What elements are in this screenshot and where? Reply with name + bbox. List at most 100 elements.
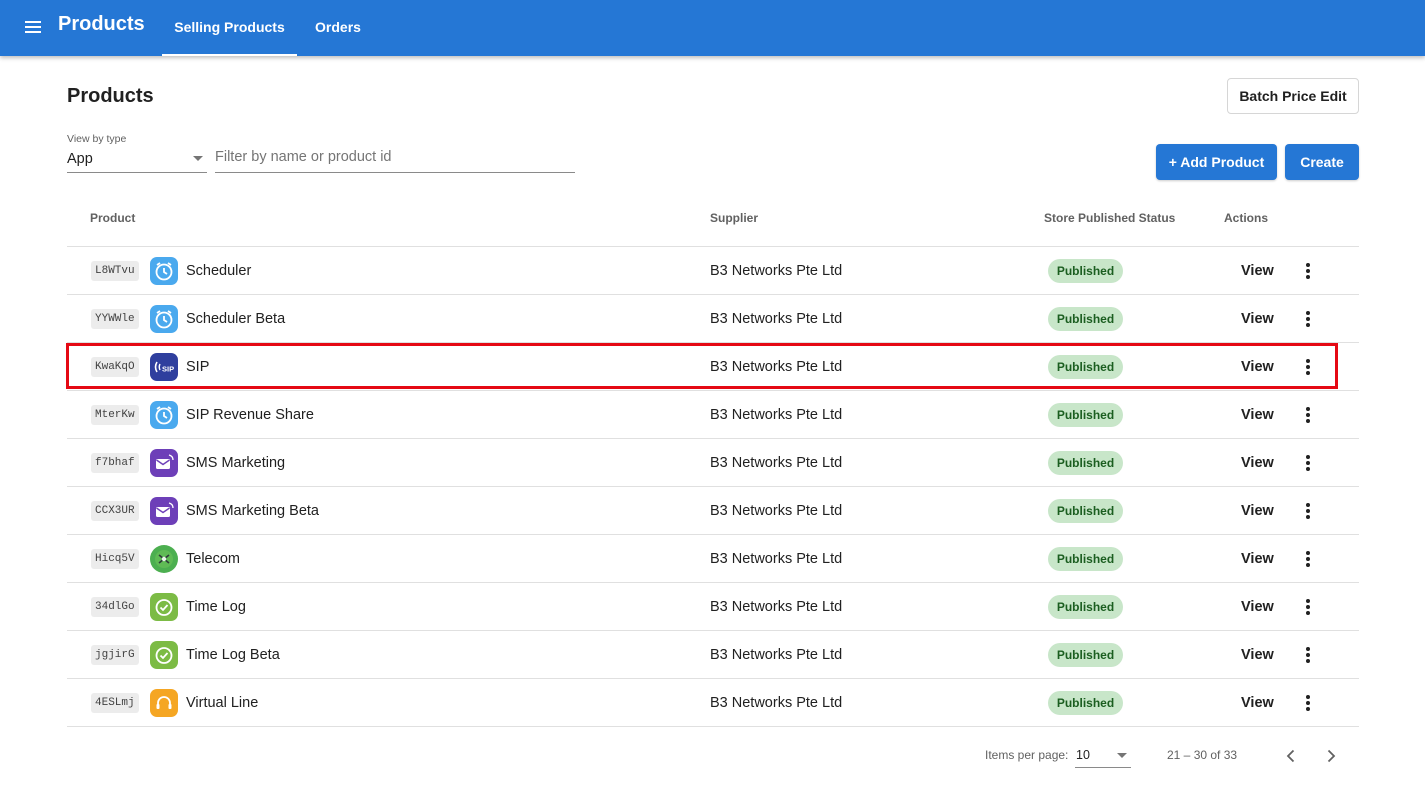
- product-id-chip: 34dlGo: [91, 597, 139, 617]
- product-name: SMS Marketing Beta: [186, 503, 319, 519]
- more-options-icon[interactable]: [1298, 357, 1318, 377]
- view-button[interactable]: View: [1241, 695, 1274, 711]
- items-per-page-select[interactable]: 10: [1075, 742, 1131, 768]
- view-button[interactable]: View: [1241, 551, 1274, 567]
- status-badge: Published: [1048, 355, 1123, 379]
- table-row: CCX3UR SMS Marketing Beta B3 Networks Pte …: [67, 487, 1359, 535]
- status-badge: Published: [1048, 403, 1123, 427]
- sip-phone-icon: SIP: [150, 353, 178, 381]
- status-badge: Published: [1048, 499, 1123, 523]
- dropdown-arrow-icon: [1117, 753, 1127, 758]
- hamburger-menu-icon[interactable]: [22, 16, 46, 40]
- product-id-chip: jgjirG: [91, 645, 139, 665]
- status-badge: Published: [1048, 643, 1123, 667]
- sms-envelope-icon: [150, 449, 178, 477]
- view-button[interactable]: View: [1241, 455, 1274, 471]
- view-button[interactable]: View: [1241, 647, 1274, 663]
- table-row: KwaKqO SIP SIP B3 Networks Pte Ltd Published…: [67, 343, 1359, 391]
- more-options-icon[interactable]: [1298, 645, 1318, 665]
- product-id-chip: f7bhaf: [91, 453, 139, 473]
- view-button[interactable]: View: [1241, 599, 1274, 615]
- scheduler-clock-icon: [150, 401, 178, 429]
- add-product-button[interactable]: + Add Product: [1156, 144, 1277, 180]
- supplier-name: B3 Networks Pte Ltd: [710, 647, 843, 663]
- product-id-chip: CCX3UR: [91, 501, 139, 521]
- table-row: 34dlGo Time Log B3 Networks Pte Ltd Publish…: [67, 583, 1359, 631]
- next-page-button[interactable]: [1318, 743, 1344, 769]
- more-options-icon[interactable]: [1298, 261, 1318, 281]
- pagination-range: 21 – 30 of 33: [1167, 748, 1238, 762]
- batch-price-edit-button[interactable]: Batch Price Edit: [1227, 78, 1359, 114]
- telecom-globe-icon: [150, 545, 178, 573]
- product-id-chip: 4ESLmj: [91, 693, 139, 713]
- product-id-chip: L8WTvu: [91, 261, 139, 281]
- supplier-name: B3 Networks Pte Ltd: [710, 455, 843, 471]
- product-name: Virtual Line: [186, 695, 259, 711]
- supplier-name: B3 Networks Pte Ltd: [710, 359, 843, 375]
- status-badge: Published: [1048, 595, 1123, 619]
- column-header-status: Store Published Status: [1044, 211, 1176, 225]
- create-button[interactable]: Create: [1285, 144, 1359, 180]
- timelog-clock-icon: [150, 641, 178, 669]
- view-by-type-value: App: [67, 151, 93, 167]
- timelog-clock-icon: [150, 593, 178, 621]
- more-options-icon[interactable]: [1298, 309, 1318, 329]
- view-button[interactable]: View: [1241, 263, 1274, 279]
- chevron-right-icon: [1327, 749, 1336, 763]
- svg-text:SIP: SIP: [162, 365, 174, 374]
- column-header-product: Product: [90, 211, 136, 225]
- view-button[interactable]: View: [1241, 503, 1274, 519]
- view-button[interactable]: View: [1241, 407, 1274, 423]
- more-options-icon[interactable]: [1298, 693, 1318, 713]
- view-by-type-select[interactable]: View by type App: [67, 133, 207, 173]
- previous-page-button[interactable]: [1278, 743, 1304, 769]
- status-badge: Published: [1048, 307, 1123, 331]
- filter-search-input[interactable]: [215, 146, 575, 173]
- column-header-actions: Actions: [1224, 211, 1269, 225]
- product-name: SIP: [186, 359, 210, 375]
- table-row: L8WTvu Scheduler B3 Networks Pte Ltd Publis…: [67, 247, 1359, 295]
- product-name: Time Log: [186, 599, 246, 615]
- more-options-icon[interactable]: [1298, 453, 1318, 473]
- supplier-name: B3 Networks Pte Ltd: [710, 263, 843, 279]
- page-title: Products: [67, 85, 154, 107]
- product-id-chip: MterKw: [91, 405, 139, 425]
- more-options-icon[interactable]: [1298, 597, 1318, 617]
- more-options-icon[interactable]: [1298, 549, 1318, 569]
- table-row: f7bhaf SMS Marketing B3 Networks Pte Ltd Pu…: [67, 439, 1359, 487]
- table-row: MterKw SIP Revenue Share B3 Networks Pte L…: [67, 391, 1359, 439]
- tab-orders[interactable]: Orders: [302, 0, 374, 56]
- status-badge: Published: [1048, 259, 1123, 283]
- column-header-supplier: Supplier: [710, 211, 759, 225]
- product-id-chip: Hicq5V: [91, 549, 139, 569]
- product-id-chip: KwaKqO: [91, 357, 139, 377]
- supplier-name: B3 Networks Pte Ltd: [710, 311, 843, 327]
- status-badge: Published: [1048, 547, 1123, 571]
- dropdown-arrow-icon: [193, 156, 203, 161]
- chevron-left-icon: [1286, 749, 1295, 763]
- items-per-page-label: Items per page:: [985, 748, 1069, 762]
- product-name: SIP Revenue Share: [186, 407, 314, 423]
- items-per-page-value: 10: [1076, 748, 1090, 762]
- table-row: 4ESLmj Virtual Line B3 Networks Pte Ltd Pub…: [67, 679, 1359, 727]
- table-row: Hicq5V Telecom B3 Networks Pte Ltd Publishe…: [67, 535, 1359, 583]
- scheduler-clock-icon: [150, 305, 178, 333]
- status-badge: Published: [1048, 451, 1123, 475]
- table-row: jgjirG Time Log Beta B3 Networks Pte Ltd Pu…: [67, 631, 1359, 679]
- top-app-bar: Products Selling Products Orders: [0, 0, 1425, 56]
- more-options-icon[interactable]: [1298, 405, 1318, 425]
- supplier-name: B3 Networks Pte Ltd: [710, 695, 843, 711]
- product-name: Scheduler Beta: [186, 311, 286, 327]
- supplier-name: B3 Networks Pte Ltd: [710, 551, 843, 567]
- product-name: SMS Marketing: [186, 455, 286, 471]
- view-button[interactable]: View: [1241, 311, 1274, 327]
- app-title: Products: [58, 13, 145, 35]
- scheduler-clock-icon: [150, 257, 178, 285]
- view-button[interactable]: View: [1241, 359, 1274, 375]
- product-name: Time Log Beta: [186, 647, 280, 663]
- more-options-icon[interactable]: [1298, 501, 1318, 521]
- product-id-chip: YYWWle: [91, 309, 139, 329]
- view-by-type-label: View by type: [67, 133, 127, 145]
- tab-selling-products[interactable]: Selling Products: [162, 0, 297, 56]
- sms-envelope-icon: [150, 497, 178, 525]
